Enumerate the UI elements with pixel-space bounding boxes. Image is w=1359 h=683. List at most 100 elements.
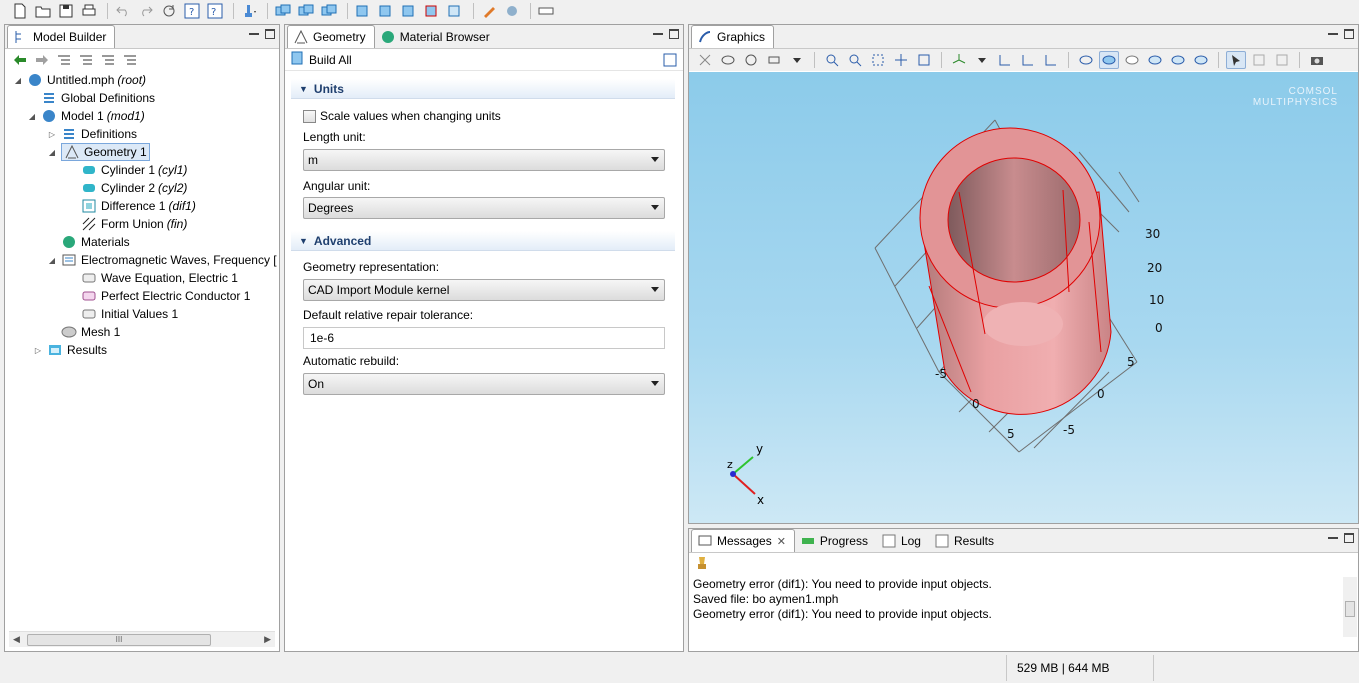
- tree-item-results[interactable]: ▷ Results: [33, 341, 107, 359]
- scale-values-checkbox[interactable]: [303, 109, 316, 123]
- show-description-icon[interactable]: [663, 53, 677, 70]
- tab-messages[interactable]: Messages ✕: [691, 529, 795, 552]
- tab-graphics[interactable]: Graphics: [691, 25, 775, 48]
- select-boundary-icon[interactable]: [1145, 51, 1165, 69]
- tree-horizontal-scrollbar[interactable]: ◀ III ▶: [9, 631, 275, 647]
- zoom-selection-icon[interactable]: [891, 51, 911, 69]
- tab-model-builder[interactable]: Model Builder: [7, 25, 116, 48]
- minimize-icon[interactable]: [1328, 29, 1338, 35]
- close-icon[interactable]: ✕: [777, 535, 786, 548]
- tab-material-browser[interactable]: Material Browser: [375, 26, 498, 48]
- brush-dropdown-icon[interactable]: [239, 2, 259, 20]
- open-folder-icon[interactable]: [33, 2, 53, 20]
- tab-log[interactable]: Log: [876, 530, 929, 552]
- dropdown-arrow-icon[interactable]: [972, 51, 992, 69]
- transparency-icon[interactable]: [1122, 51, 1142, 69]
- select-point-icon[interactable]: [1191, 51, 1211, 69]
- angular-unit-select[interactable]: Degrees: [303, 197, 665, 219]
- tree-item-materials[interactable]: Materials: [61, 233, 130, 251]
- maximize-icon[interactable]: [1344, 29, 1354, 39]
- tree-item-form-union[interactable]: Form Union (fin): [81, 215, 187, 233]
- collapse-all-icon[interactable]: [99, 52, 117, 68]
- select-box-icon[interactable]: [1249, 51, 1269, 69]
- collapse-arrow-icon[interactable]: ◢: [13, 76, 23, 85]
- print-icon[interactable]: [79, 2, 99, 20]
- view-yz-icon[interactable]: [1018, 51, 1038, 69]
- scroll-right-icon[interactable]: ▶: [264, 634, 271, 645]
- build-all-icon[interactable]: [291, 51, 303, 68]
- camera-icon[interactable]: [1307, 51, 1327, 69]
- automatic-rebuild-select[interactable]: On: [303, 373, 665, 395]
- plugin-icon[interactable]: [502, 2, 522, 20]
- tab-geometry[interactable]: Geometry: [287, 25, 375, 48]
- view-zx-icon[interactable]: [1041, 51, 1061, 69]
- tree-item-electromagnetic-waves[interactable]: ◢ Electromagnetic Waves, Frequency [: [47, 251, 277, 269]
- zoom-extents-icon[interactable]: [914, 51, 934, 69]
- build-all-button[interactable]: Build All: [309, 53, 352, 67]
- select-mode-icon[interactable]: [1226, 51, 1246, 69]
- units-section-header[interactable]: ▼ Units: [291, 79, 675, 99]
- collapse-arrow-icon[interactable]: ◢: [47, 148, 57, 157]
- view-xy-icon[interactable]: [995, 51, 1015, 69]
- tree-item-global-definitions[interactable]: Global Definitions: [27, 89, 155, 107]
- collapse-arrow-icon[interactable]: ◢: [27, 112, 37, 121]
- tree-item-definitions[interactable]: ▷ Definitions: [47, 125, 137, 143]
- minimize-icon[interactable]: [1328, 533, 1338, 539]
- selection-tool-icon[interactable]: [445, 2, 465, 20]
- maximize-icon[interactable]: [1344, 533, 1354, 543]
- ruler-icon[interactable]: [536, 2, 556, 20]
- selection-tool-icon[interactable]: [376, 2, 396, 20]
- tree-item-model[interactable]: ◢ Model 1 (mod1): [27, 107, 145, 125]
- deselect-icon[interactable]: [1272, 51, 1292, 69]
- wireframe-icon[interactable]: [1076, 51, 1096, 69]
- geometry-tool-icon[interactable]: [273, 2, 293, 20]
- collapse-triangle-icon[interactable]: ▼: [299, 236, 308, 246]
- minimize-icon[interactable]: [249, 29, 259, 35]
- tree-item-geometry[interactable]: ◢ Geometry 1: [47, 143, 150, 161]
- expand-all-icon[interactable]: [121, 52, 139, 68]
- expand-arrow-icon[interactable]: ▷: [47, 130, 57, 139]
- pencil-icon[interactable]: [479, 2, 499, 20]
- collapse-arrow-icon[interactable]: ◢: [47, 256, 57, 265]
- maximize-icon[interactable]: [265, 29, 275, 39]
- maximize-icon[interactable]: [669, 29, 679, 39]
- messages-vertical-scrollbar[interactable]: [1343, 577, 1357, 637]
- scroll-left-icon[interactable]: ◀: [13, 634, 20, 645]
- redo-icon[interactable]: [136, 2, 156, 20]
- tree-item-pec[interactable]: Perfect Electric Conductor 1: [81, 287, 250, 305]
- zoom-in-icon[interactable]: [822, 51, 842, 69]
- refresh-icon[interactable]: [159, 2, 179, 20]
- geometry-tool-icon[interactable]: [319, 2, 339, 20]
- eye-list-icon[interactable]: [77, 52, 95, 68]
- tree-item-mesh[interactable]: Mesh 1: [61, 323, 120, 341]
- geometry-representation-select[interactable]: CAD Import Module kernel: [303, 279, 665, 301]
- undo-icon[interactable]: [113, 2, 133, 20]
- scrollbar-thumb[interactable]: III: [27, 634, 211, 646]
- tree-item-cylinder-1[interactable]: Cylinder 1 (cyl1): [81, 161, 187, 179]
- tab-progress[interactable]: Progress: [795, 530, 876, 552]
- help-icon[interactable]: ?: [182, 2, 202, 20]
- collapse-triangle-icon[interactable]: ▼: [299, 84, 308, 94]
- advanced-section-header[interactable]: ▼ Advanced: [291, 231, 675, 251]
- repair-tolerance-input[interactable]: 1e-6: [303, 327, 665, 349]
- expand-arrow-icon[interactable]: ▷: [33, 346, 43, 355]
- zoom-box-icon[interactable]: [868, 51, 888, 69]
- minimize-icon[interactable]: [653, 29, 663, 35]
- view-axes-icon[interactable]: [949, 51, 969, 69]
- selection-tool-icon[interactable]: [353, 2, 373, 20]
- graphics-viewport[interactable]: COMSOL MULTIPHYSICS 30 20 10 0 -5 0 5 5 …: [689, 72, 1358, 523]
- back-arrow-icon[interactable]: [11, 52, 29, 68]
- selection-tool-icon[interactable]: [399, 2, 419, 20]
- show-icon[interactable]: [718, 51, 738, 69]
- save-icon[interactable]: [56, 2, 76, 20]
- cylinder-inner-hole[interactable]: [947, 157, 1081, 283]
- zoom-out-icon[interactable]: [845, 51, 865, 69]
- selection-tool-icon[interactable]: [422, 2, 442, 20]
- dropdown-arrow-icon[interactable]: [787, 51, 807, 69]
- scale-values-row[interactable]: Scale values when changing units: [303, 109, 501, 123]
- scene-light-icon[interactable]: [764, 51, 784, 69]
- geometry-tool-icon[interactable]: [296, 2, 316, 20]
- clear-messages-icon[interactable]: [695, 556, 709, 573]
- context-help-icon[interactable]: ?: [205, 2, 225, 20]
- length-unit-select[interactable]: m: [303, 149, 665, 171]
